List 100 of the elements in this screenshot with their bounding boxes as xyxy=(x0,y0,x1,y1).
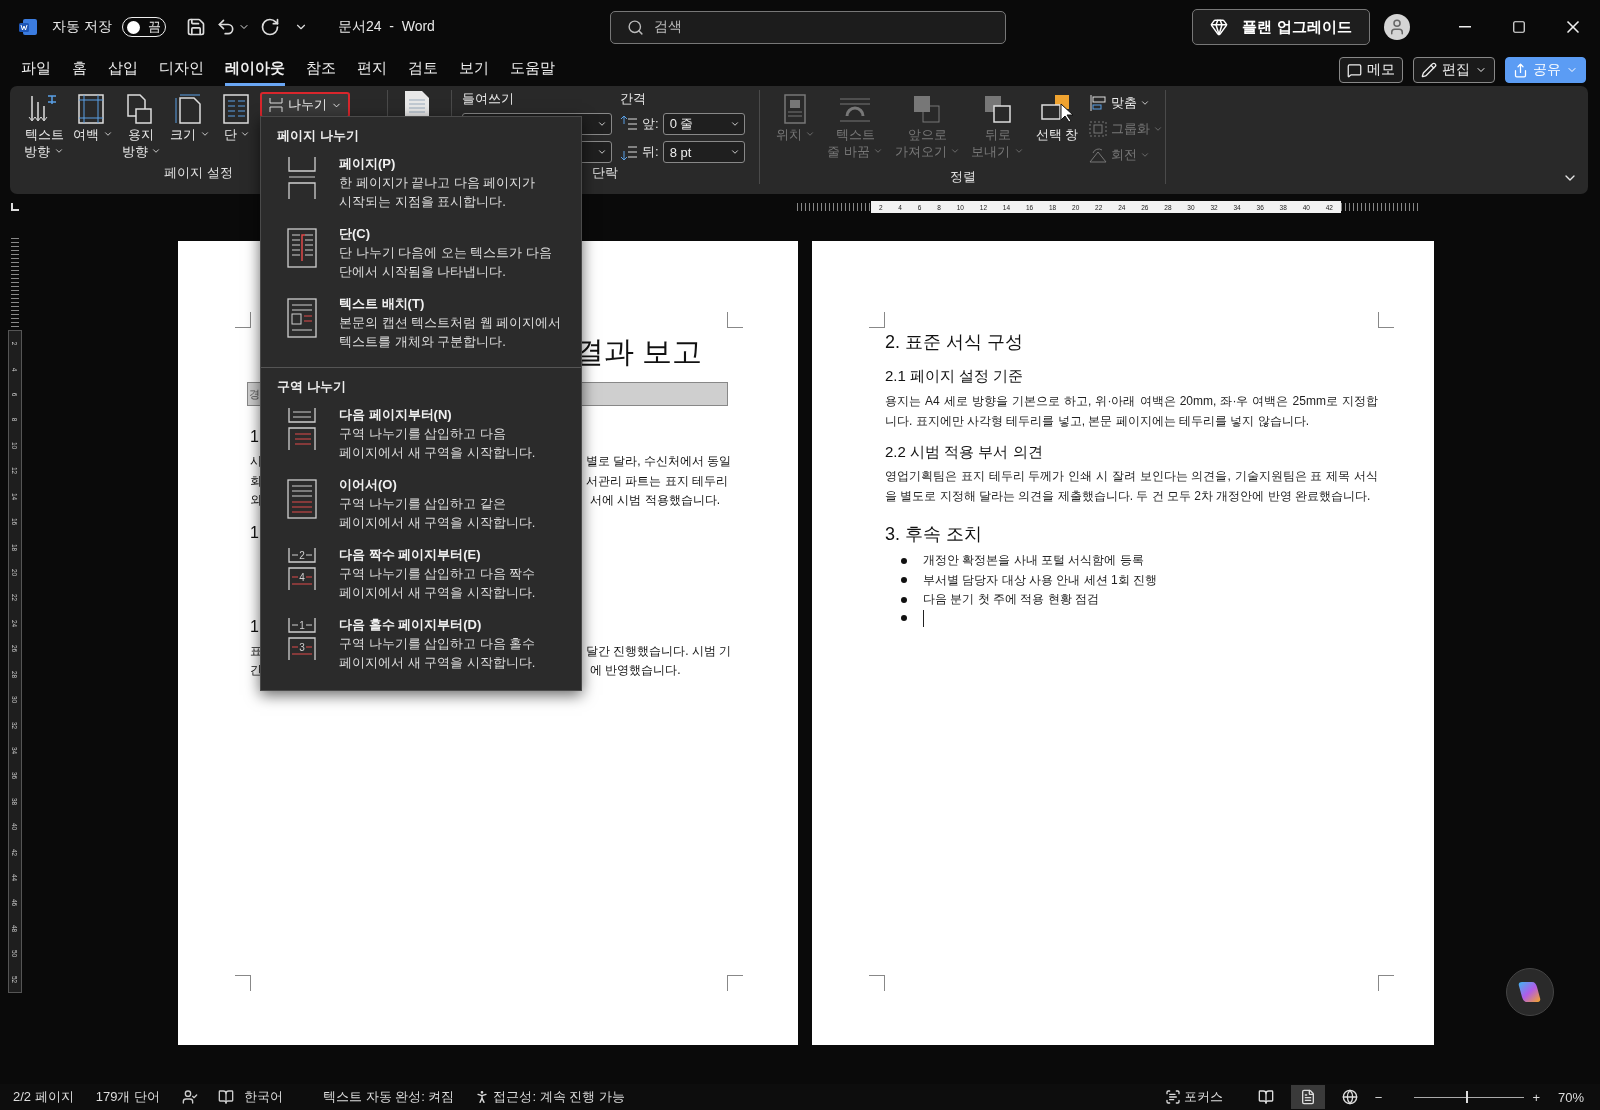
ribbon-tab[interactable]: 참조 xyxy=(306,54,336,86)
body-text: 달간 진행했습니다. 시범 기 xyxy=(586,642,732,660)
language-indicator[interactable]: 한국어 xyxy=(244,1088,283,1106)
body-text: 시 xyxy=(250,453,262,470)
ribbon-button[interactable]: 용지 방향 xyxy=(117,90,166,162)
save-icon[interactable] xyxy=(185,17,206,37)
memo-button[interactable]: 메모 xyxy=(1339,57,1403,83)
spacing-field-label: 앞: xyxy=(642,115,659,133)
menu-item[interactable]: 텍스트 배치(T) 본문의 캡션 텍스트처럼 웹 페이지에서 텍스트를 개체와 구분합니다. xyxy=(261,293,581,363)
menu-item[interactable]: 1 3 다음 홀수 페이지부터(D) 구역 나누기를 삽입하고 다음 홀수 페이지에서 새 구역을 시작합니다. xyxy=(261,614,581,684)
ribbon-tab[interactable]: 디자인 xyxy=(159,54,204,86)
menu-item[interactable]: 다음 페이지부터(N) 구역 나누기를 삽입하고 다음 페이지에서 새 구역을 시작합니다. xyxy=(261,404,581,474)
section-heading: 1 xyxy=(250,427,259,447)
corner-mark xyxy=(1378,312,1394,328)
subsection-heading: 2.1 페이지 설정 기준 xyxy=(885,366,1025,386)
zoom-level[interactable]: 70% xyxy=(1557,1089,1584,1105)
caret-icon xyxy=(1140,98,1150,108)
focus-mode[interactable]: 포커스 xyxy=(1183,1088,1223,1106)
caret-icon xyxy=(729,147,740,157)
caret-icon xyxy=(873,146,884,156)
menu-item[interactable]: 2 4 다음 짝수 페이지부터(E) 구역 나누기를 삽입하고 다음 짝수 페이지에서 새 구역을 시작합니다. xyxy=(261,544,581,614)
upgrade-button[interactable]: 플랜 업그레이드 xyxy=(1192,9,1370,45)
body-paragraph: 용지는 A4 세로 방향을 기본으로 하고, 위·아래 여백은 20mm, 좌·우 여백은 25mm로 지정합니다. 표지에만 사각형 테두리를 넣고, 본문 페이지에는 테두리를 넣지 않습니다. xyxy=(885,393,1378,430)
ribbon-button[interactable]: 여백 xyxy=(69,90,117,145)
accessibility-status[interactable]: 접근성: 계속 진행 가능 xyxy=(493,1088,625,1106)
ribbon-tab[interactable]: 보기 xyxy=(459,54,489,86)
copilot-button[interactable] xyxy=(1506,968,1554,1016)
group-label: 페이지 설정 xyxy=(164,164,233,182)
menu-section-heading: 페이지 나누기 xyxy=(276,127,360,145)
globe-icon xyxy=(1341,1089,1358,1105)
menu-item[interactable]: 이어서(O) 구역 나누기를 삽입하고 같은 페이지에서 새 구역을 시작합니다. xyxy=(261,474,581,544)
group-label: 단락 xyxy=(592,164,618,182)
spacing-field-label: 뒤: xyxy=(642,143,659,161)
caret-icon xyxy=(597,147,607,157)
zoom-out-button[interactable]: − xyxy=(1374,1089,1383,1105)
bullet-text: 부서별 담당자 대상 사용 안내 세션 1회 진행 xyxy=(923,571,1157,589)
page-icon xyxy=(1299,1089,1316,1105)
ribbon-button[interactable]: 텍스트 방향 xyxy=(20,90,68,162)
search-field[interactable]: 검색 xyxy=(610,10,1006,44)
ribbon-small-button[interactable]: 맞춤 xyxy=(1086,90,1165,116)
ribbon-button[interactable]: 선택 창 xyxy=(1031,90,1082,145)
spacing-field[interactable]: 8 pt xyxy=(662,141,745,163)
bullet-text: 개정안 확정본을 사내 포털 서식함에 등록 xyxy=(923,552,1144,569)
spacing-after-icon xyxy=(620,143,638,161)
person-icon xyxy=(1388,18,1406,36)
body-text: 서에 시범 적용했습니다. xyxy=(590,492,720,509)
ribbon-tab[interactable]: 도움말 xyxy=(510,54,555,86)
focus-icon[interactable] xyxy=(1164,1089,1181,1105)
edit-mode-button[interactable]: 편집 xyxy=(1413,57,1495,83)
print-view-button[interactable] xyxy=(1290,1085,1325,1109)
proofing-icon[interactable] xyxy=(182,1089,198,1105)
minimize-icon xyxy=(1459,26,1471,28)
caret-icon xyxy=(597,119,607,129)
word-count[interactable]: 179개 단어 xyxy=(95,1088,160,1106)
body-text: 에 반영했습니다. xyxy=(590,662,681,679)
tab-selector-icon[interactable] xyxy=(10,202,20,212)
ribbon-tab[interactable]: 파일 xyxy=(21,54,51,86)
bullet-dot xyxy=(901,557,907,564)
bullet-dot xyxy=(901,596,907,603)
autosave-label: 자동 저장 xyxy=(52,18,112,36)
body-paragraph: 영업기획팀은 표지 테두리 두께가 인쇄 시 잘려 보인다는 의견을, 기술지원팀은 표 제목 서식을 별도로 지정해 달라는 의견을 제출했습니다. 두 건 모두 2차 개정안에 반영 완료했습니다. xyxy=(885,468,1378,505)
caret-icon xyxy=(1153,124,1163,134)
zoom-thumb[interactable] xyxy=(1466,1091,1469,1103)
avatar[interactable] xyxy=(1384,14,1410,40)
spacing-label: 간격 xyxy=(620,90,647,108)
caret-icon xyxy=(102,129,113,139)
ribbon-tab[interactable]: 홈 xyxy=(72,54,87,86)
ribbon-tab[interactable]: 삽입 xyxy=(108,54,138,86)
corner-mark xyxy=(1378,975,1394,991)
undo-icon[interactable] xyxy=(215,17,236,37)
ribbon-button[interactable]: 크기 xyxy=(166,90,214,145)
zoom-in-button[interactable]: + xyxy=(1532,1089,1540,1105)
group-label: 정렬 xyxy=(949,168,976,186)
caret-icon xyxy=(53,146,64,156)
corner-mark xyxy=(869,975,885,991)
menu-item[interactable]: 페이지(P) 한 페이지가 끝나고 다음 페이지가 시작되는 지점을 표시합니다. xyxy=(261,153,581,223)
menu-item[interactable]: 단(C) 단 나누기 다음에 오는 텍스트가 다음 단에서 시작됨을 나타냅니다. xyxy=(261,223,581,293)
book-icon[interactable] xyxy=(218,1089,234,1105)
caret-icon xyxy=(1014,146,1025,156)
corner-mark xyxy=(727,975,743,991)
maximize-icon xyxy=(1512,20,1526,34)
search-icon xyxy=(627,18,644,36)
section-heading: 1 xyxy=(250,522,259,543)
redo-icon[interactable] xyxy=(259,17,280,37)
ribbon-button[interactable]: 단 xyxy=(214,90,259,145)
page-count[interactable]: 2/2 페이지 xyxy=(13,1088,74,1106)
comment-icon xyxy=(1347,62,1362,78)
caret-icon xyxy=(1140,150,1150,160)
body-text: 외 xyxy=(250,492,262,509)
ribbon-tab[interactable]: 편지 xyxy=(357,54,387,86)
caret-icon xyxy=(151,146,162,156)
body-text: 서관리 파트는 표지 테두리 xyxy=(586,472,728,490)
ribbon-tab[interactable]: 검토 xyxy=(408,54,438,86)
caret-icon xyxy=(950,146,961,156)
autocomplete-status[interactable]: 텍스트 자동 완성: 켜짐 xyxy=(323,1088,455,1106)
section-heading: 2. 표준 서식 구성 xyxy=(885,331,1024,354)
caret-icon xyxy=(199,129,210,139)
spacing-field[interactable]: 0 줄 xyxy=(662,113,745,135)
text-cursor xyxy=(923,609,924,627)
breaks-button[interactable]: 나누기 xyxy=(259,92,350,118)
